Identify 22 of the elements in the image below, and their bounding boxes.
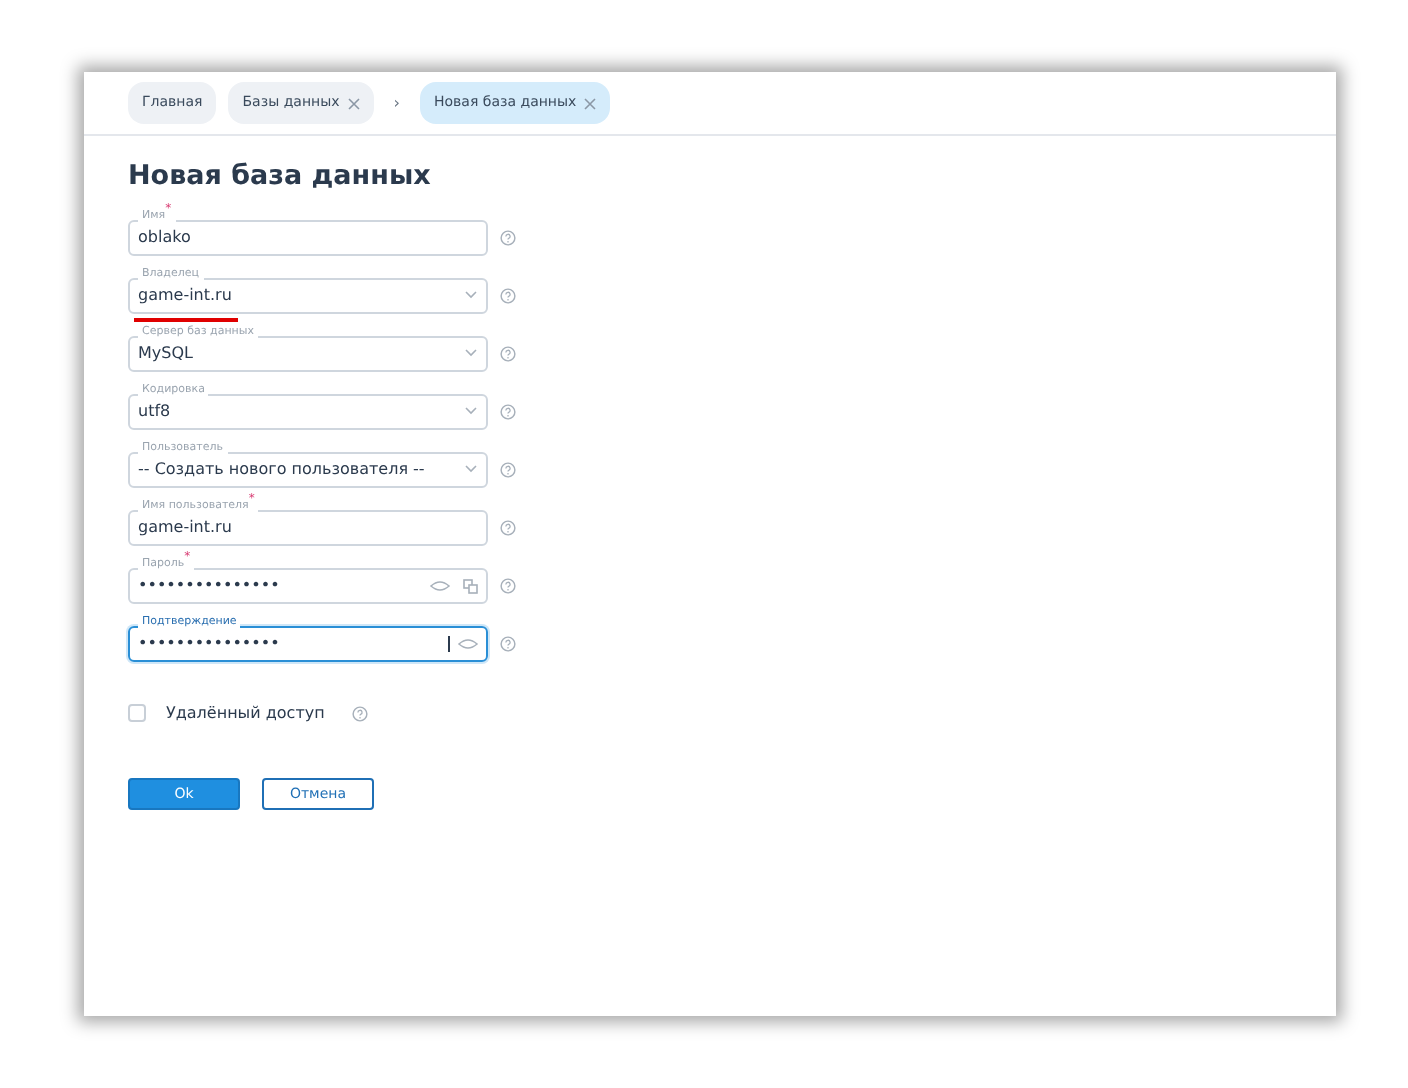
help-icon[interactable] [500,461,516,478]
close-icon[interactable] [347,97,360,109]
chevron-down-icon [464,348,478,359]
checkbox-label: Удалённый доступ [166,701,325,726]
chevron-down-icon [464,406,478,417]
help-icon[interactable] [352,705,369,722]
help-icon[interactable] [500,403,516,420]
help-icon[interactable] [500,287,516,304]
generate-icon[interactable] [462,577,478,594]
close-icon[interactable] [584,97,597,109]
breadcrumb-separator: › [391,91,402,115]
help-icon[interactable] [500,577,516,594]
eye-icon[interactable] [430,579,450,592]
help-icon[interactable] [500,345,516,362]
eye-icon[interactable] [458,637,478,650]
help-icon[interactable] [500,519,516,536]
chevron-down-icon [464,290,478,301]
help-icon[interactable] [500,229,516,246]
page-title: Новая база данных [128,158,433,196]
chevron-down-icon [464,464,478,475]
help-icon[interactable] [500,635,516,652]
checkbox[interactable] [128,704,146,723]
